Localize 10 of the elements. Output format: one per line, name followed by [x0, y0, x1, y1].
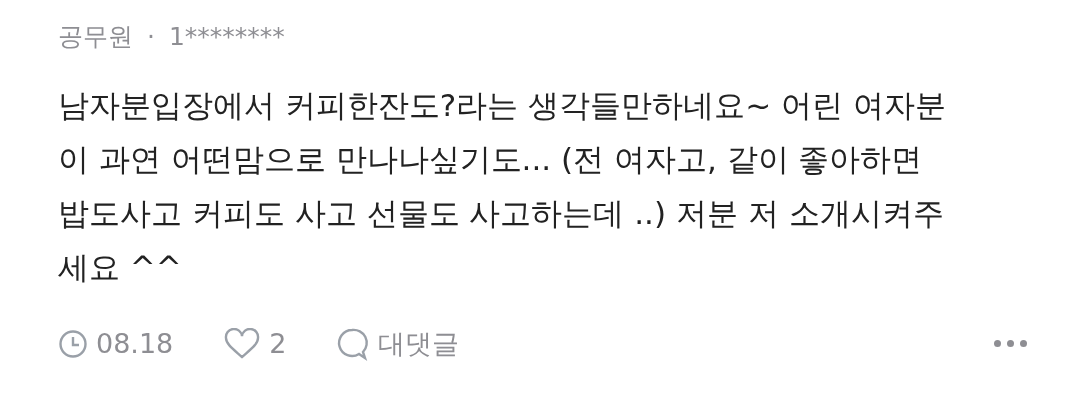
like-button[interactable]: 2: [223, 323, 287, 364]
comment-date: 08.18: [96, 326, 174, 361]
clock-icon: [58, 328, 88, 359]
reply-button[interactable]: 대댓글: [336, 323, 460, 364]
separator-dot: ·: [147, 21, 155, 53]
more-options-button[interactable]: [994, 340, 1027, 348]
author-name: 공무원: [58, 21, 133, 53]
user-id: 1********: [168, 21, 285, 53]
comment-text: 남자분입장에서 커피한잔도?라는 생각들만하네요~ 어린 여자분 이 과연 어떤맘으로 만나나싶기도... (전 여자고, 같이 좋아하면 밥도사고 커피도 사고 선물도 사고하는데 ..) 저분 저 소개시켜주 세요 ^^: [58, 85, 947, 287]
speech-bubble-icon: [336, 326, 371, 361]
